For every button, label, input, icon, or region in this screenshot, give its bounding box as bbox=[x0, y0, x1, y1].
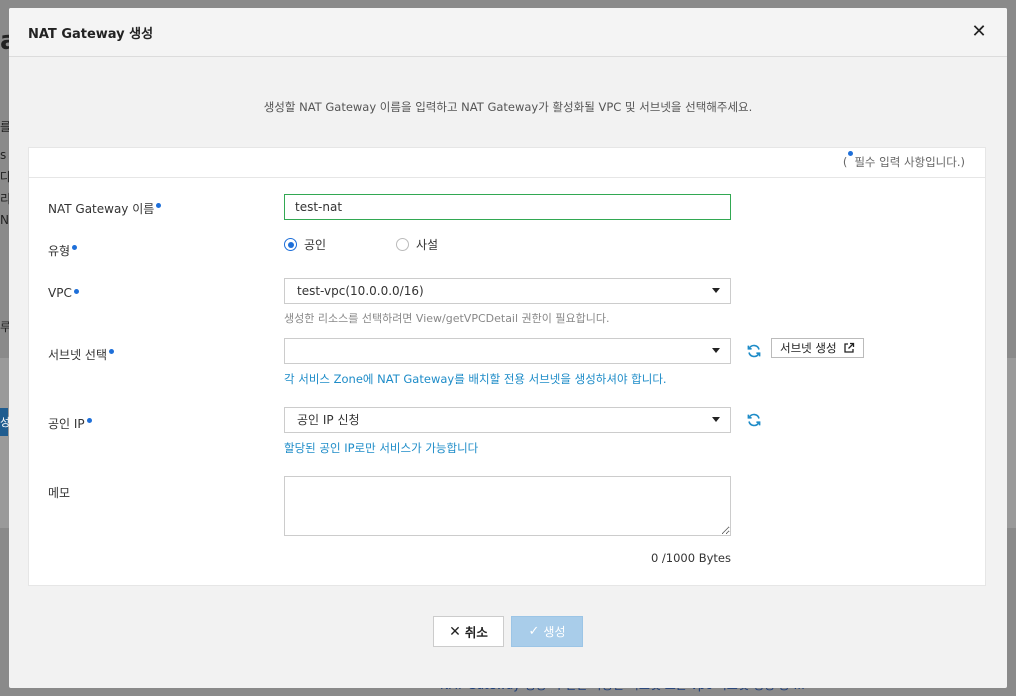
background-button: 성 bbox=[0, 408, 10, 436]
vpc-label: VPC bbox=[48, 286, 81, 300]
create-button[interactable]: ✓ 생성 bbox=[511, 616, 583, 647]
refresh-public-ip-icon[interactable] bbox=[746, 412, 762, 428]
subnet-label: 서브넷 선택 bbox=[48, 346, 116, 363]
type-label: 유형 bbox=[48, 242, 79, 259]
cancel-button[interactable]: ✕ 취소 bbox=[433, 616, 504, 647]
required-dot-icon bbox=[73, 289, 79, 294]
subnet-hint: 각 서비스 Zone에 NAT Gateway를 배치할 전용 서브넷을 생성하… bbox=[284, 372, 667, 386]
type-radio-group: 공인 사설 bbox=[284, 236, 508, 253]
memo-byte-count: 0 /1000 Bytes bbox=[650, 551, 731, 565]
create-subnet-button[interactable]: 서브넷 생성 bbox=[771, 338, 864, 358]
external-link-icon bbox=[843, 342, 854, 353]
type-radio-private[interactable]: 사설 bbox=[396, 236, 508, 253]
public-ip-hint: 할당된 공인 IP로만 서비스가 가능합니다 bbox=[284, 441, 479, 455]
required-dot-icon bbox=[848, 151, 854, 156]
required-dot-icon bbox=[72, 245, 78, 250]
public-ip-select[interactable]: 공인 IP 신청 bbox=[284, 407, 731, 433]
required-dot-icon bbox=[86, 418, 92, 423]
memo-textarea[interactable] bbox=[284, 476, 731, 536]
vpc-select[interactable]: test-vpc(10.0.0.0/16) bbox=[284, 278, 731, 304]
radio-unselected-icon bbox=[396, 238, 409, 251]
intro-text: 생성할 NAT Gateway 이름을 입력하고 NAT Gateway가 활성… bbox=[263, 100, 753, 114]
form-panel: (필수 입력 사항입니다.) NAT Gateway 이름 유형 공인 사설 bbox=[28, 147, 986, 586]
footer-buttons: ✕ 취소 ✓ 생성 bbox=[433, 616, 583, 647]
background-fragment: s bbox=[0, 148, 7, 162]
radio-selected-icon bbox=[284, 238, 297, 251]
memo-label: 메모 bbox=[48, 486, 71, 500]
caret-down-icon bbox=[712, 348, 720, 353]
close-icon[interactable]: ✕ bbox=[969, 22, 989, 42]
type-radio-public[interactable]: 공인 bbox=[284, 236, 396, 253]
name-input[interactable] bbox=[284, 194, 731, 220]
create-nat-gateway-modal: NAT Gateway 생성 ✕ 생성할 NAT Gateway 이름을 입력하… bbox=[9, 8, 1007, 688]
check-icon: ✓ bbox=[528, 624, 540, 639]
modal-header: NAT Gateway 생성 ✕ bbox=[9, 8, 1007, 57]
required-dot-icon bbox=[156, 203, 162, 208]
public-ip-label: 공인 IP bbox=[48, 415, 94, 432]
caret-down-icon bbox=[712, 417, 720, 422]
name-label: NAT Gateway 이름 bbox=[48, 200, 163, 217]
close-icon: ✕ bbox=[449, 623, 461, 640]
required-dot-icon bbox=[109, 349, 115, 354]
vpc-hint: 생성한 리소스를 선택하려면 View/getVPCDetail 권한이 필요합… bbox=[284, 312, 610, 325]
subnet-select[interactable] bbox=[284, 338, 731, 364]
modal-title: NAT Gateway 생성 bbox=[28, 26, 154, 42]
refresh-subnet-icon[interactable] bbox=[746, 343, 762, 359]
background-fragment: N bbox=[0, 213, 9, 227]
required-note: (필수 입력 사항입니다.) bbox=[29, 148, 985, 178]
caret-down-icon bbox=[712, 288, 720, 293]
